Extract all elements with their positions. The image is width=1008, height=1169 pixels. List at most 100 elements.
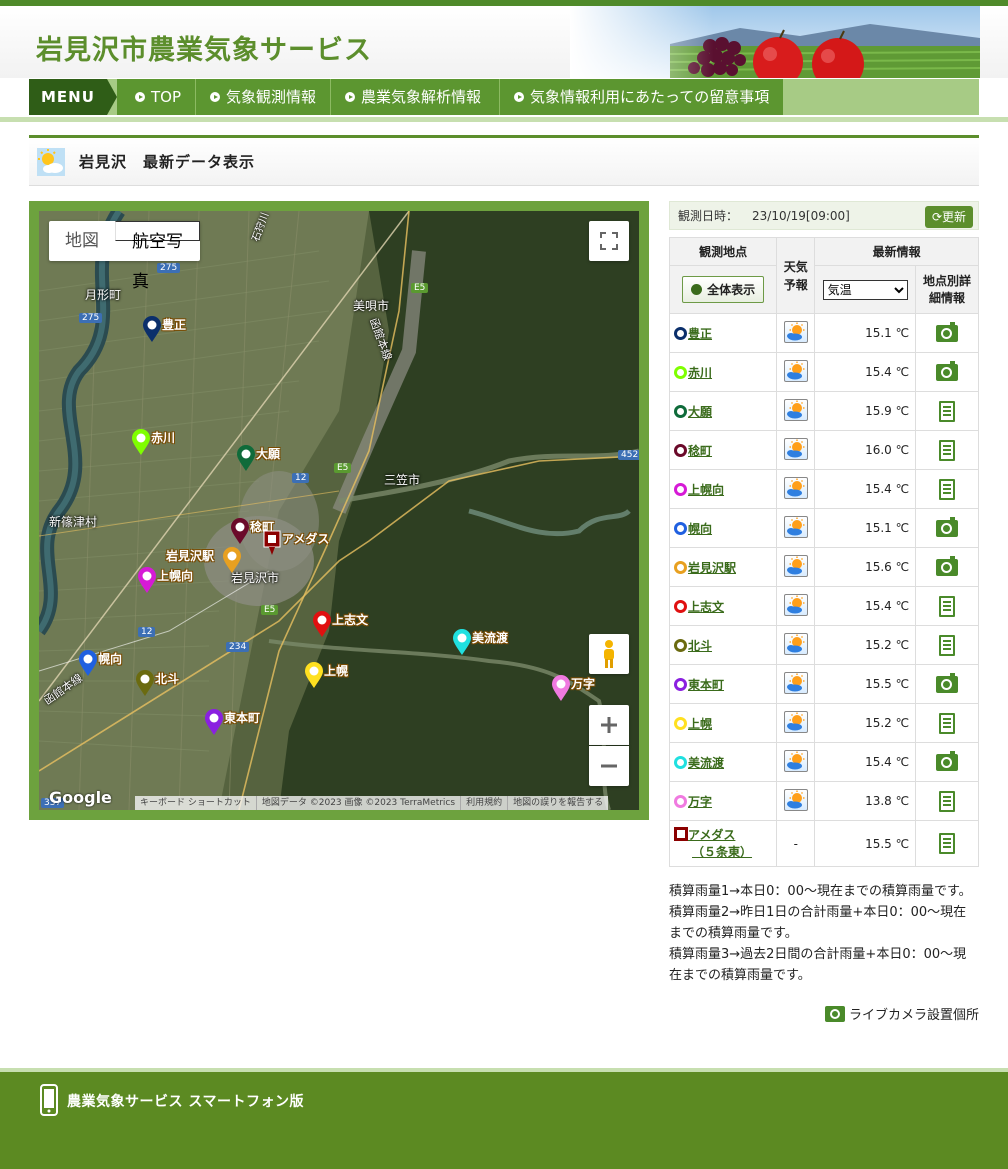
station-link[interactable]: 稔町	[688, 444, 712, 458]
menu-item-top[interactable]: TOP	[117, 79, 196, 115]
weather-cell	[776, 430, 816, 470]
refresh-button[interactable]: ⟳更新	[925, 206, 973, 228]
map-marker[interactable]	[135, 669, 155, 697]
map-marker[interactable]	[204, 708, 224, 736]
map-marker[interactable]	[78, 649, 98, 677]
temperature-cell: 15.2 ℃	[814, 703, 917, 743]
temperature-cell: 15.4 ℃	[814, 742, 917, 782]
station-row: 赤川 15.4 ℃	[668, 352, 979, 392]
detail-header-label: 地点別詳細情報	[923, 273, 972, 305]
all-display-button[interactable]: 全体表示	[682, 276, 765, 303]
rainfall-note: 積算雨量2→昨日1日の合計雨量+本日0：00～現在までの積算雨量です。	[669, 905, 967, 941]
station-link[interactable]: 上幌	[688, 717, 712, 731]
terms-link[interactable]: 利用規約	[460, 796, 507, 810]
camera-icon[interactable]	[936, 555, 959, 576]
camera-icon[interactable]	[936, 360, 959, 381]
station-link[interactable]: 上幌向	[688, 483, 724, 497]
map-marker[interactable]	[230, 517, 250, 545]
forecast-weather-icon[interactable]	[783, 554, 808, 577]
weather-cell	[776, 313, 816, 353]
map-marker[interactable]	[262, 529, 282, 557]
zoom-in-button[interactable]	[589, 705, 629, 745]
map-type-satellite-button[interactable]: 航空写真	[115, 221, 200, 292]
street-view-pegman[interactable]	[589, 634, 629, 674]
detail-cell	[915, 547, 979, 587]
keyboard-shortcuts-link[interactable]: キーボード ショートカット	[135, 796, 256, 810]
temperature-cell: 15.4 ℃	[814, 469, 917, 509]
menu-item-analysis[interactable]: 農業気象解析情報	[330, 79, 500, 115]
station-link[interactable]: 幌向	[688, 522, 712, 536]
station-link[interactable]: 東本町	[688, 678, 724, 692]
forecast-weather-icon[interactable]	[783, 515, 808, 538]
smartphone-version-link[interactable]: 農業気象サービス スマートフォン版	[67, 1091, 304, 1111]
station-link[interactable]: 美流渡	[688, 756, 724, 770]
fullscreen-icon	[600, 232, 618, 250]
station-link[interactable]: 万字	[688, 795, 712, 809]
camera-icon[interactable]	[936, 321, 959, 342]
map-type-map-button[interactable]: 地図	[49, 221, 115, 261]
forecast-weather-icon[interactable]	[783, 593, 808, 616]
report-error-link[interactable]: 地図の誤りを報告する	[507, 796, 608, 810]
temperature-cell: 15.5 ℃	[814, 820, 917, 867]
weather-cell: -	[776, 820, 816, 867]
forecast-weather-icon[interactable]	[783, 788, 808, 811]
zoom-out-button[interactable]	[589, 746, 629, 786]
document-icon[interactable]	[939, 439, 956, 461]
minus-icon	[601, 764, 617, 768]
satellite-map[interactable]: 地図 航空写真 Google キーボード ショートカット 地図データ ©2023…	[39, 211, 639, 810]
forecast-weather-icon[interactable]	[783, 437, 808, 460]
map-marker[interactable]	[304, 661, 324, 689]
document-icon[interactable]	[939, 833, 956, 854]
forecast-weather-icon[interactable]	[783, 749, 808, 772]
document-icon[interactable]	[939, 790, 956, 812]
station-link[interactable]: 岩見沢駅	[688, 561, 736, 575]
map-marker[interactable]	[452, 628, 472, 656]
play-icon	[691, 284, 703, 295]
map-marker[interactable]	[222, 546, 242, 574]
detail-cell	[915, 313, 979, 353]
station-row: 万字 13.8 ℃	[668, 781, 979, 821]
station-link[interactable]: 赤川	[688, 366, 712, 380]
map-marker[interactable]	[551, 674, 571, 702]
station-name-cell: 上幌	[668, 703, 778, 743]
temperature-cell: 15.4 ℃	[814, 586, 917, 626]
map-marker-label: 幌向	[98, 652, 123, 666]
map-marker[interactable]	[312, 610, 332, 638]
play-bullet-icon	[345, 92, 356, 102]
map-marker[interactable]	[236, 444, 256, 472]
document-icon[interactable]	[939, 595, 956, 617]
station-link[interactable]: 大願	[688, 405, 712, 419]
station-link-sub[interactable]: （５条東）	[692, 845, 752, 859]
forecast-weather-icon[interactable]	[783, 476, 808, 499]
fullscreen-button[interactable]	[589, 221, 629, 261]
station-link[interactable]: 豊正	[688, 327, 712, 341]
menu-item-notes[interactable]: 気象情報利用にあたっての留意事項	[499, 79, 784, 115]
camera-icon[interactable]	[936, 750, 959, 771]
camera-icon[interactable]	[936, 516, 959, 537]
document-icon[interactable]	[939, 400, 956, 422]
element-select[interactable]: 気温	[822, 279, 908, 300]
detail-header: 地点別詳細情報	[915, 265, 979, 314]
map-marker[interactable]	[131, 428, 151, 456]
station-link[interactable]: 上志文	[688, 600, 724, 614]
forecast-weather-icon[interactable]	[783, 398, 808, 421]
forecast-weather-icon[interactable]	[783, 359, 808, 382]
station-link[interactable]: アメダス	[688, 828, 735, 842]
forecast-weather-icon[interactable]	[783, 671, 808, 694]
document-icon[interactable]	[939, 712, 956, 734]
camera-icon[interactable]	[936, 672, 959, 693]
forecast-weather-icon[interactable]	[783, 632, 808, 655]
forecast-weather-icon[interactable]	[783, 710, 808, 733]
station-row: 上幌 15.2 ℃	[668, 703, 979, 743]
document-icon[interactable]	[939, 478, 956, 500]
forecast-weather-icon[interactable]	[783, 320, 808, 343]
menu-item-observation[interactable]: 気象観測情報	[195, 79, 331, 115]
map-marker[interactable]	[142, 315, 162, 343]
station-link[interactable]: 北斗	[688, 639, 712, 653]
map-marker-label: 大願	[256, 447, 281, 461]
station-color-marker	[674, 560, 687, 574]
weather-cell	[776, 391, 816, 431]
map-marker[interactable]	[137, 566, 157, 594]
detail-cell	[915, 430, 979, 470]
document-icon[interactable]	[939, 634, 956, 656]
